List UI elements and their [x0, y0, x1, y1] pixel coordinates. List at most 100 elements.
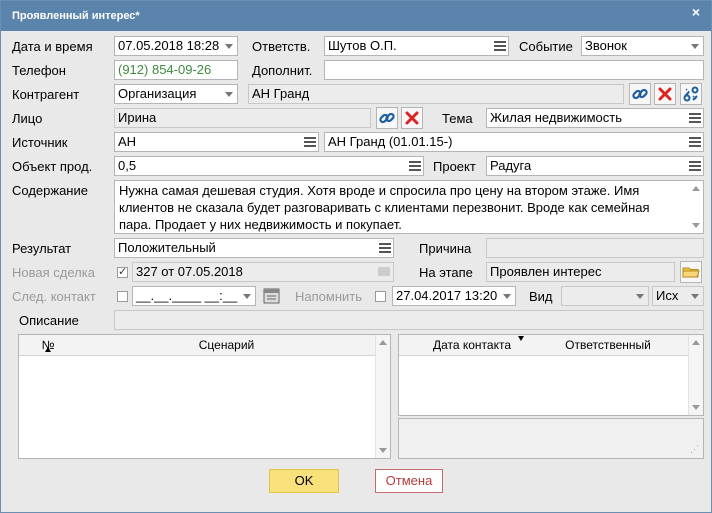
date-time-field[interactable]: 07.05.2018 18:28 — [114, 36, 238, 56]
link-icon — [379, 112, 395, 124]
event-select[interactable]: Звонок — [581, 36, 704, 56]
result-field[interactable]: Положительный — [114, 238, 394, 258]
list-menu-icon[interactable] — [409, 161, 421, 171]
reason-label: Причина — [419, 241, 472, 256]
clear-person-button[interactable] — [401, 107, 423, 129]
scroll-down-icon[interactable] — [692, 405, 700, 410]
responsible-value: Шутов О.П. — [328, 38, 397, 53]
contact-note-area[interactable]: ⋰ — [398, 418, 704, 459]
person-link-button[interactable] — [376, 107, 398, 129]
scenarios-table[interactable]: № Сценарий — [18, 334, 391, 459]
dropdown-arrow-icon[interactable] — [499, 287, 515, 305]
folder-icon[interactable] — [378, 267, 390, 276]
next-contact-field[interactable]: __.__.____ __:__ — [132, 286, 256, 306]
new-deal-field[interactable]: 327 от 07.05.2018 — [132, 262, 394, 282]
stage-field[interactable]: Проявлен интерес — [486, 262, 675, 282]
person-field[interactable]: Ирина — [114, 108, 371, 128]
remind-field[interactable]: 27.04.2017 13:20 — [392, 286, 516, 306]
kind-select[interactable] — [561, 286, 649, 306]
contacts-scrollbar[interactable] — [688, 335, 703, 415]
sale-object-field[interactable]: 0,5 — [114, 156, 424, 176]
scroll-up-icon[interactable] — [692, 340, 700, 345]
content-label: Содержание — [12, 183, 88, 198]
sort-desc-icon — [518, 336, 524, 341]
responsible-field[interactable]: Шутов О.П. — [324, 36, 509, 56]
column-header-contact-date[interactable]: Дата контакта — [417, 335, 527, 356]
counterparty-type-select[interactable]: Организация — [114, 84, 238, 104]
event-label: Событие — [519, 39, 573, 54]
remind-value: 27.04.2017 13:20 — [396, 288, 498, 303]
link-icon — [632, 88, 648, 100]
remind-label: Напомнить — [295, 289, 362, 304]
dialog-window: Проявленный интерес* × Дата и время 07.0… — [0, 0, 712, 513]
list-menu-icon[interactable] — [494, 41, 506, 51]
content-text: Нужна самая дешевая студия. Хотя вроде и… — [119, 183, 650, 232]
additional-field[interactable] — [324, 60, 704, 80]
source-label: Источник — [12, 135, 68, 150]
topic-field[interactable]: Жилая недвижимость — [486, 108, 704, 128]
source-value: АН — [118, 134, 137, 149]
scenarios-scrollbar[interactable] — [375, 335, 390, 458]
ok-button[interactable]: OK — [269, 469, 339, 493]
scroll-down-icon[interactable] — [379, 448, 387, 453]
direction-select[interactable]: Исх — [652, 286, 704, 306]
description-field[interactable] — [114, 310, 704, 330]
resize-grip-icon[interactable]: ⋰ — [690, 444, 699, 455]
unlink-icon — [683, 86, 699, 102]
dropdown-arrow-icon[interactable] — [687, 287, 703, 305]
column-header-number[interactable]: № — [19, 335, 77, 356]
dropdown-arrow-icon[interactable] — [221, 85, 237, 103]
result-value: Положительный — [118, 240, 216, 255]
dropdown-arrow-icon[interactable] — [221, 37, 237, 55]
new-deal-label: Новая сделка — [12, 265, 95, 280]
list-menu-icon[interactable] — [379, 243, 391, 253]
source-field[interactable]: АН — [114, 132, 319, 152]
person-value: Ирина — [118, 110, 157, 125]
scroll-up-icon[interactable] — [379, 340, 387, 345]
link-button[interactable] — [629, 83, 651, 105]
stage-folder-button[interactable] — [680, 261, 702, 283]
folder-icon — [682, 267, 700, 278]
counterparty-value: АН Гранд — [252, 86, 310, 101]
phone-field[interactable]: (912) 854-09-26 — [114, 60, 238, 80]
sort-asc-icon — [45, 347, 51, 352]
counterparty-type-value: Организация — [118, 86, 197, 101]
contacts-table[interactable]: Дата контакта Ответственный — [398, 334, 704, 416]
calendar-button[interactable] — [262, 287, 282, 305]
clear-counterparty-button[interactable] — [654, 83, 676, 105]
next-contact-checkbox[interactable] — [117, 291, 128, 302]
counterparty-field[interactable]: АН Гранд — [248, 84, 624, 104]
column-label: Дата контакта — [432, 338, 512, 352]
column-header-responsible[interactable]: Ответственный — [527, 335, 689, 356]
column-header-scenario[interactable]: Сценарий — [77, 335, 376, 356]
remind-checkbox[interactable] — [375, 291, 386, 302]
content-textarea[interactable]: Нужна самая дешевая студия. Хотя вроде и… — [114, 180, 704, 234]
unlink-button[interactable] — [680, 83, 702, 105]
dropdown-arrow-icon[interactable] — [632, 287, 648, 305]
source-detail-field[interactable]: АН Гранд (01.01.15-) — [324, 132, 704, 152]
close-icon[interactable]: × — [689, 5, 703, 19]
title-bar[interactable]: Проявленный интерес* × — [1, 1, 711, 31]
dropdown-arrow-icon[interactable] — [239, 287, 255, 305]
list-menu-icon[interactable] — [689, 161, 701, 171]
direction-value: Исх — [656, 288, 679, 303]
next-contact-label: След. контакт — [12, 289, 96, 304]
scroll-up-icon[interactable] — [692, 186, 700, 191]
next-contact-value: __.__.____ __:__ — [136, 288, 238, 303]
clear-x-icon — [658, 87, 672, 101]
column-label: Ответственный — [565, 338, 651, 352]
new-deal-value: 327 от 07.05.2018 — [136, 264, 243, 279]
new-deal-checkbox[interactable]: ✓ — [117, 267, 128, 278]
dropdown-arrow-icon[interactable] — [687, 37, 703, 55]
content-scrollbar[interactable] — [689, 181, 703, 233]
cancel-button[interactable]: Отмена — [375, 469, 443, 493]
list-menu-icon[interactable] — [689, 113, 701, 123]
project-field[interactable]: Радуга — [486, 156, 704, 176]
topic-label: Тема — [442, 111, 473, 126]
list-menu-icon[interactable] — [689, 137, 701, 147]
calendar-icon — [263, 288, 280, 304]
list-menu-icon[interactable] — [304, 137, 316, 147]
reason-field[interactable] — [486, 238, 704, 258]
scroll-down-icon[interactable] — [692, 223, 700, 228]
column-header-marker — [399, 335, 417, 356]
